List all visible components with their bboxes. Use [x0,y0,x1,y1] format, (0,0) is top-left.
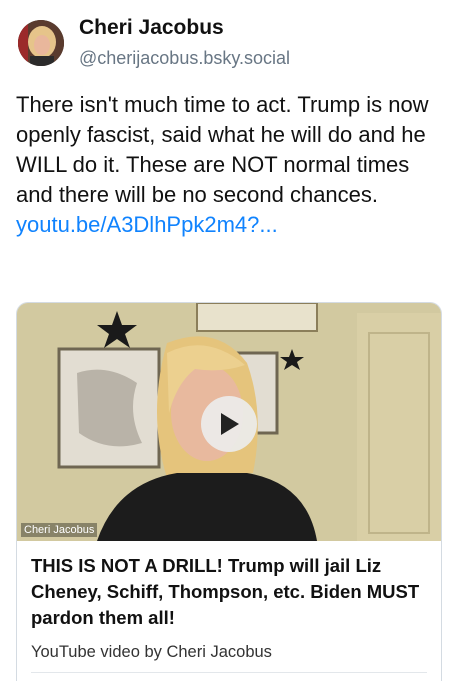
thumbnail-channel-label: Cheri Jacobus [21,523,98,537]
avatar[interactable] [18,20,64,66]
author-handle[interactable]: @cherijacobus.bsky.social [79,48,290,69]
link-card-description: YouTube video by Cheri Jacobus [31,643,272,661]
link-card-title[interactable]: THIS IS NOT A DRILL! Trump will jail Liz… [31,553,431,631]
play-button[interactable] [201,396,257,452]
divider [31,672,427,673]
link-card[interactable]: Cheri Jacobus THIS IS NOT A DRILL! Trump… [16,302,442,681]
post-header: Cheri Jacobus @cherijacobus.bsky.social [16,16,441,72]
play-icon [221,413,239,435]
video-thumbnail[interactable]: Cheri Jacobus [17,303,441,541]
post-link[interactable]: youtu.be/A3DlhPpk2m4?... [16,210,446,240]
post-body: There isn't much time to act. Trump is n… [16,90,446,240]
post-text: There isn't much time to act. Trump is n… [16,92,429,207]
author-name[interactable]: Cheri Jacobus [79,16,224,40]
